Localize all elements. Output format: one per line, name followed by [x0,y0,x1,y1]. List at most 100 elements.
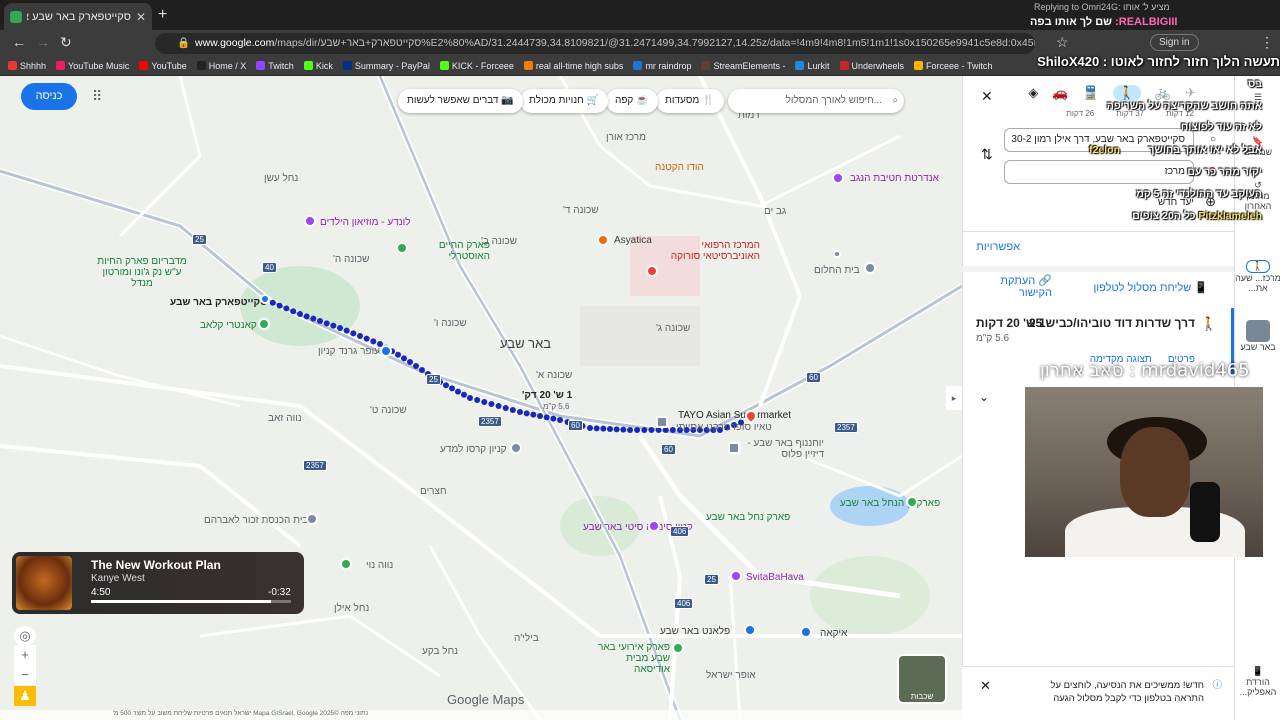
cinema-icon[interactable] [648,520,660,532]
map-label-yohanof[interactable]: יוחננוף באר שבע - דיזיין פלוס [744,438,824,460]
bookmark-item[interactable]: Forceee - Twitch [914,61,992,71]
bookmark-favicon-icon [914,61,924,70]
forward-icon[interactable]: → [36,34,50,50]
origin-marker-icon[interactable] [260,294,270,304]
place-icon[interactable] [833,250,841,258]
rail-download-app[interactable]: 📱 הורדת האפליק... [1235,666,1280,697]
hospital-icon[interactable] [646,265,658,277]
rail-current-route[interactable]: 🚶 מרכז... שעה את... [1235,260,1280,293]
bookmark-item[interactable]: Underwheels [839,61,904,71]
map-label-park-irua[interactable]: פארק אירועי באר שבע מבית אודיסאה [590,642,670,675]
bookmark-item[interactable]: YouTube Music [56,61,129,71]
map-label-origin[interactable]: סקייטפארק באר שבע [170,297,267,308]
mode-best-icon[interactable]: ◈ [1028,85,1038,101]
store-icon[interactable] [656,416,668,428]
zoom-in-button[interactable]: + [14,645,36,665]
options-link[interactable]: אפשרויות [976,241,1020,253]
bookmark-item[interactable]: Home / X [196,61,246,71]
map-label-kanyon-kiryat[interactable]: קניון קרסו למדע [440,444,507,455]
park-icon[interactable] [906,496,918,508]
bookmark-item[interactable]: StreamElements - [701,61,785,71]
chip-coffee[interactable]: קפה ☕ [606,89,658,113]
bookmark-item[interactable]: Shhhh [8,61,46,71]
store-icon[interactable] [728,442,740,454]
copy-link-button[interactable]: 🔗 העתקת הקישור [992,274,1052,299]
pegman-icon[interactable]: ♟ [14,686,36,706]
park-icon[interactable] [396,242,408,254]
park-icon[interactable] [340,558,352,570]
chip-groceries[interactable]: חנויות מכולת 🛒 [520,89,608,113]
map-label-park-hai[interactable]: פארק החיים האוסטרלי [410,240,490,262]
museum-icon[interactable] [304,215,316,227]
map-label-palanet[interactable]: פלאנט באר שבע [660,626,730,637]
bookmark-item[interactable]: Kick [303,61,333,71]
map-label-midbarium[interactable]: מדבריום פארק החיות ע"ש נק ג'ונו ומורטון … [94,256,190,289]
route-dot [401,355,407,362]
back-icon[interactable]: ← [12,34,26,50]
bookmark-item[interactable]: real all-time high subs [523,61,623,71]
shopping-icon[interactable] [380,345,392,357]
apps-grid-icon[interactable]: ⠿ [92,88,102,105]
park-icon[interactable] [258,318,270,330]
park-icon[interactable] [672,642,684,654]
map-label-park-nahal[interactable]: פארק נחל באר שבע [706,512,790,523]
map-label-hodu[interactable]: הודו הקטנה [655,162,704,173]
attraction-icon[interactable] [730,570,742,582]
browser-signin-button[interactable]: Sign in [1150,34,1199,51]
map-label-ofer[interactable]: עופר גרנד קניון [318,346,380,357]
zoom-out-button[interactable]: − [14,665,36,685]
bookmark-item[interactable]: Lurkit [795,61,830,71]
swap-icon[interactable]: ⇅ [981,146,993,163]
my-location-icon[interactable]: ◎ [14,626,36,646]
send-to-phone-button[interactable]: 📱 שליחת מסלול לטלפון [1093,281,1208,294]
expand-chevron-icon[interactable]: ⌄ [979,390,989,404]
reload-icon[interactable]: ↻ [60,34,72,51]
bookmark-star-icon[interactable]: ☆ [1056,34,1069,51]
collapse-panel-button[interactable]: ▸ [946,386,962,410]
mode-flight-icon[interactable]: ✈ [1185,85,1196,101]
song-progress-fill [91,600,271,603]
map-label-destination[interactable]: TAYO Asian Supermarket [678,410,791,421]
close-directions-icon[interactable]: ✕ [981,88,993,105]
mode-transit-icon[interactable]: 🚆 [1083,85,1099,101]
place-icon[interactable] [864,262,876,274]
address-bar[interactable]: 🔒 www.google.com/maps/dir/סקייטפארק+באר+… [155,33,1035,54]
map-label-lunda[interactable]: לונדע - מוזיאון הילדים [320,217,411,228]
bookmark-item[interactable]: YouTube [139,61,187,71]
destination-field[interactable]: מרכז [1004,160,1194,184]
chip-restaurants[interactable]: מסעדות 🍴 [656,89,724,113]
mode-car-icon[interactable]: 🚗 [1052,85,1068,101]
route-dot [310,315,317,322]
map-label-beit-hakneset[interactable]: בית הכנסת זכור לאברהם [204,515,308,526]
layers-button[interactable]: שכבות [897,654,947,704]
synagogue-icon[interactable] [306,513,318,525]
monument-icon[interactable] [832,172,844,184]
map-label-soroka[interactable]: המרכז הרפואי האוניברסיטאי סורוקה [660,240,760,262]
search-along-route-input[interactable]: חיפוש לאורך המסלול... ⌕ [728,89,904,113]
map-label-asyatica[interactable]: Asyatica [614,235,652,246]
place-icon[interactable] [510,442,522,454]
bookmark-item[interactable]: mr raindrop [633,61,691,71]
chip-things-to-do[interactable]: דברים שאפשר לעשות 📷 [398,89,523,113]
maps-signin-button[interactable]: כניסה [21,83,77,110]
mode-bike-icon[interactable]: 🚲 [1155,85,1171,101]
mode-walk-icon[interactable]: 🚶 [1112,85,1141,101]
close-tab-icon[interactable]: ✕ [136,10,146,24]
rail-beersheba[interactable]: באר שבע [1235,320,1280,352]
map-label-park-ayalim[interactable]: פארק גן הנחל באר שבע [840,498,940,509]
menu-icon[interactable]: ⋮ [1260,34,1274,51]
map-label-ikea[interactable]: איקאה [820,628,847,639]
map-label-andarta[interactable]: אנדרטת חטיבת הנגב [850,173,939,184]
map-label-kantri[interactable]: קאנטרי קלאב [200,320,257,331]
bookmark-item[interactable]: Summary - PayPal [342,61,430,71]
map-label-svita[interactable]: SvitaBaHava [746,572,804,583]
shopping-icon[interactable] [744,624,756,636]
bookmark-item[interactable]: Twitch [256,61,294,71]
close-notice-icon[interactable]: ✕ [980,679,991,692]
bookmark-item[interactable]: KICK - Forceee [439,61,514,71]
new-tab-icon[interactable]: + [158,6,167,24]
map-canvas[interactable]: באר שבע סקייטפארק באר שבע TAYO Asian Sup… [0,76,962,720]
shopping-icon[interactable] [800,626,812,638]
browser-tab[interactable]: סקייטפארק באר שבע אל מרכז ✕ [4,3,152,30]
restaurant-icon[interactable] [597,234,609,246]
